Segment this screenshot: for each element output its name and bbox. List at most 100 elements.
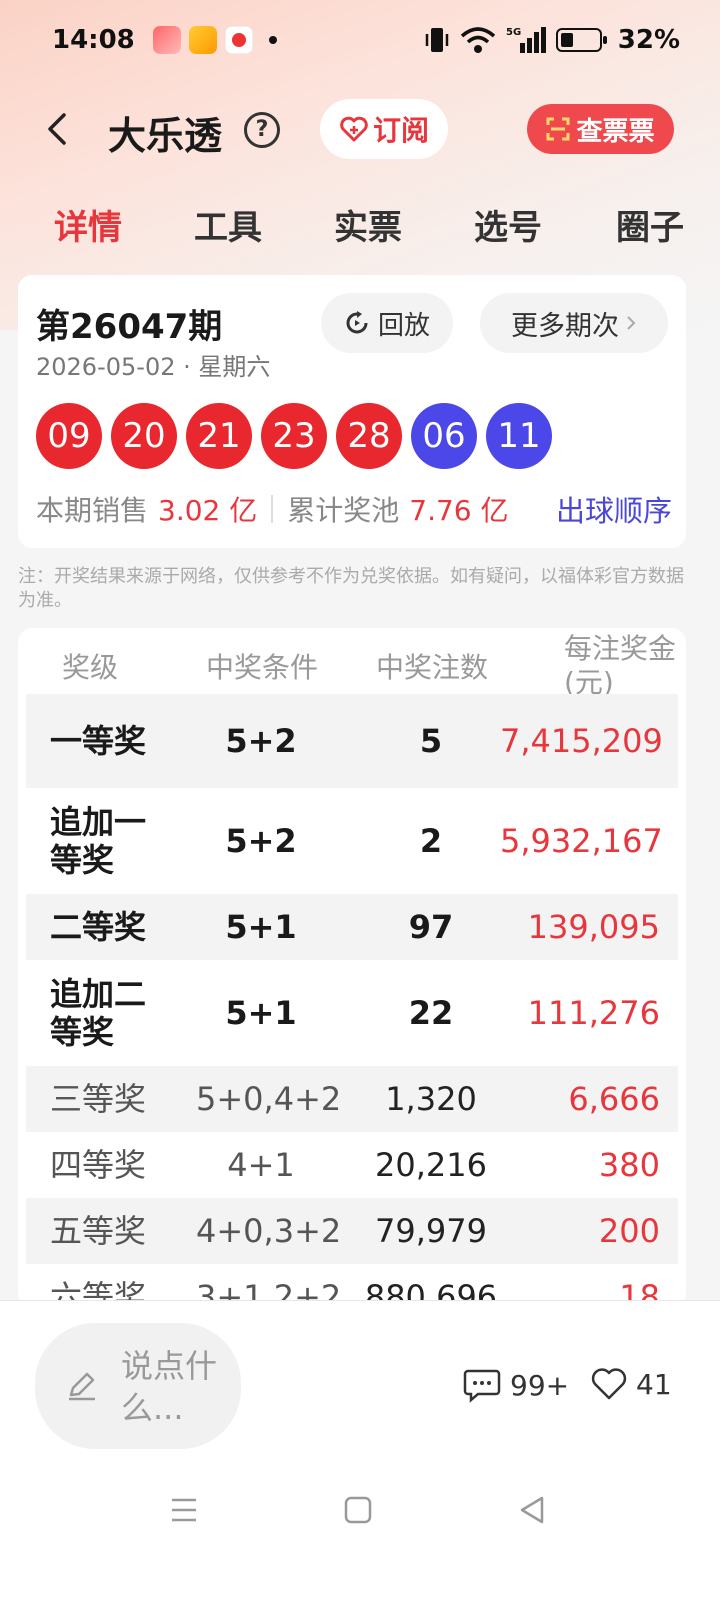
red-ball: 28 [336, 403, 402, 469]
replay-button[interactable]: 回放 [321, 293, 453, 353]
column-header: 每注奖金(元) [564, 632, 677, 699]
column-header: 中奖条件 [206, 651, 319, 684]
replay-icon [346, 311, 368, 334]
menu-icon[interactable] [164, 1490, 204, 1530]
subscribe-button[interactable]: 订阅 [320, 99, 448, 159]
winner-count: 22 [408, 994, 454, 1032]
winner-count: 20,216 [375, 1146, 487, 1184]
prize-level: 一等奖 [50, 722, 147, 760]
prize-amount: 380 [598, 1146, 660, 1184]
column-header: 奖级 [62, 651, 119, 684]
home-icon[interactable] [338, 1490, 378, 1530]
like-count: 41 [636, 1367, 672, 1401]
tab-details[interactable]: 详情 [54, 200, 122, 249]
sales-row: 本期销售 3.02 亿 累计奖池 7.76 亿 出球顺序 [36, 487, 672, 531]
table-header: 奖级 中奖条件 中奖注数 每注奖金(元) [18, 628, 686, 699]
red-ball: 21 [186, 403, 252, 469]
prize-level: 五等奖 [50, 1212, 147, 1250]
app-notification-icon [188, 26, 217, 54]
red-ball: 20 [111, 403, 177, 469]
tab-number-picker[interactable]: 选号 [474, 200, 542, 249]
heart-plus-icon [340, 116, 368, 142]
tab-tools[interactable]: 工具 [194, 200, 262, 249]
draw-order-link[interactable]: 出球顺序 [556, 488, 672, 530]
winner-count: 5 [419, 722, 443, 760]
back-arrow-icon[interactable] [40, 111, 76, 147]
status-bar: 14:08 5G 32% [0, 0, 720, 80]
comments-button[interactable]: 99+ [462, 1367, 569, 1403]
help-icon[interactable]: ? [244, 112, 280, 148]
tab-real-tickets[interactable]: 实票 [334, 200, 402, 249]
more-notifications-icon [268, 36, 277, 44]
winner-count: 1,320 [385, 1080, 477, 1118]
blue-ball: 06 [411, 403, 477, 469]
app-notification-icon [152, 26, 181, 54]
table-row: 四等奖 4+1 20,216 380 [26, 1132, 678, 1198]
prize-amount: 200 [598, 1212, 660, 1250]
table-row: 追加二等奖 5+1 22 111,276 [26, 960, 678, 1066]
winner-count: 2 [419, 822, 443, 860]
win-condition: 4+1 [227, 1146, 295, 1184]
prize-level: 三等奖 [50, 1080, 147, 1118]
more-issues-label: 更多期次 [511, 310, 619, 342]
scan-icon [546, 117, 570, 141]
app-notification-icon [224, 26, 253, 54]
prize-amount: 7,415,209 [500, 722, 663, 760]
win-condition: 5+2 [225, 822, 297, 860]
tab-community[interactable]: 圈子 [616, 200, 684, 249]
column-header: 中奖注数 [376, 651, 489, 684]
wifi-icon [460, 27, 495, 53]
comment-icon [463, 1369, 501, 1403]
like-button[interactable]: 41 [590, 1367, 672, 1401]
check-ticket-label: 查票票 [576, 116, 655, 147]
table-row: 五等奖 4+0,3+2 79,979 200 [26, 1198, 678, 1264]
subscribe-label: 订阅 [372, 114, 429, 147]
battery-icon [555, 28, 607, 52]
tab-bar: 详情 工具 实票 选号 圈子 [0, 200, 720, 260]
sales-value: 3.02 亿 [158, 494, 258, 527]
cellular-signal-icon: 5G [506, 27, 546, 53]
vibrate-icon [425, 28, 449, 52]
chevron-right-icon [627, 316, 636, 330]
page-title: 大乐透 [108, 114, 223, 158]
bottom-bar: 说点什么... 99+ 41 [0, 1300, 720, 1604]
pool-label: 累计奖池 [287, 494, 400, 527]
prize-amount: 111,276 [527, 994, 660, 1032]
blue-ball: 11 [486, 403, 552, 469]
table-row: 二等奖 5+1 97 139,095 [26, 894, 678, 960]
win-condition: 5+1 [225, 994, 297, 1032]
battery-percent: 32% [617, 25, 680, 55]
draw-date: 2026-05-02 · 星期六 [36, 353, 271, 381]
more-issues-button[interactable]: 更多期次 [480, 293, 668, 353]
win-condition: 5+1 [225, 908, 297, 946]
prize-level: 四等奖 [50, 1146, 147, 1184]
issue-number: 第26047期 [36, 307, 223, 347]
table-row: 一等奖 5+2 5 7,415,209 [26, 694, 678, 788]
comment-input[interactable]: 说点什么... [35, 1323, 241, 1449]
winner-count: 79,979 [375, 1212, 487, 1250]
table-row: 追加一等奖 5+2 2 5,932,167 [26, 788, 678, 894]
prize-table: 奖级 中奖条件 中奖注数 每注奖金(元) 一等奖 5+2 5 7,415,209 追加一… [18, 628, 686, 1308]
win-condition: 5+0,4+2 [196, 1080, 342, 1118]
prize-level: 二等奖 [50, 908, 147, 946]
app-header: 大乐透 ? 订阅 查票票 [0, 95, 720, 165]
prize-amount: 5,932,167 [500, 822, 663, 860]
prize-level: 追加二等奖 [50, 975, 147, 1051]
svg-text:5G: 5G [506, 27, 521, 38]
check-ticket-button[interactable]: 查票票 [527, 104, 674, 154]
pool-value: 7.76 亿 [409, 494, 509, 527]
replay-label: 回放 [377, 310, 430, 341]
sales-label: 本期销售 [36, 494, 149, 527]
red-ball: 23 [261, 403, 327, 469]
draw-result-card: 第26047期 2026-05-02 · 星期六 回放 更多期次 09 20 21 2… [18, 275, 686, 548]
status-time: 14:08 [52, 25, 135, 55]
system-nav-bar [0, 1490, 720, 1550]
red-ball: 09 [36, 403, 102, 469]
divider [271, 495, 274, 523]
prize-amount: 139,095 [527, 908, 660, 946]
heart-icon [591, 1368, 627, 1400]
win-condition: 4+0,3+2 [196, 1212, 342, 1250]
pencil-icon [69, 1372, 95, 1401]
back-icon[interactable] [512, 1490, 552, 1530]
disclaimer-note: 注：开奖结果来源于网络，仅供参考不作为兑奖依据。如有疑问，以福体彩官方数据为准。 [18, 566, 684, 611]
